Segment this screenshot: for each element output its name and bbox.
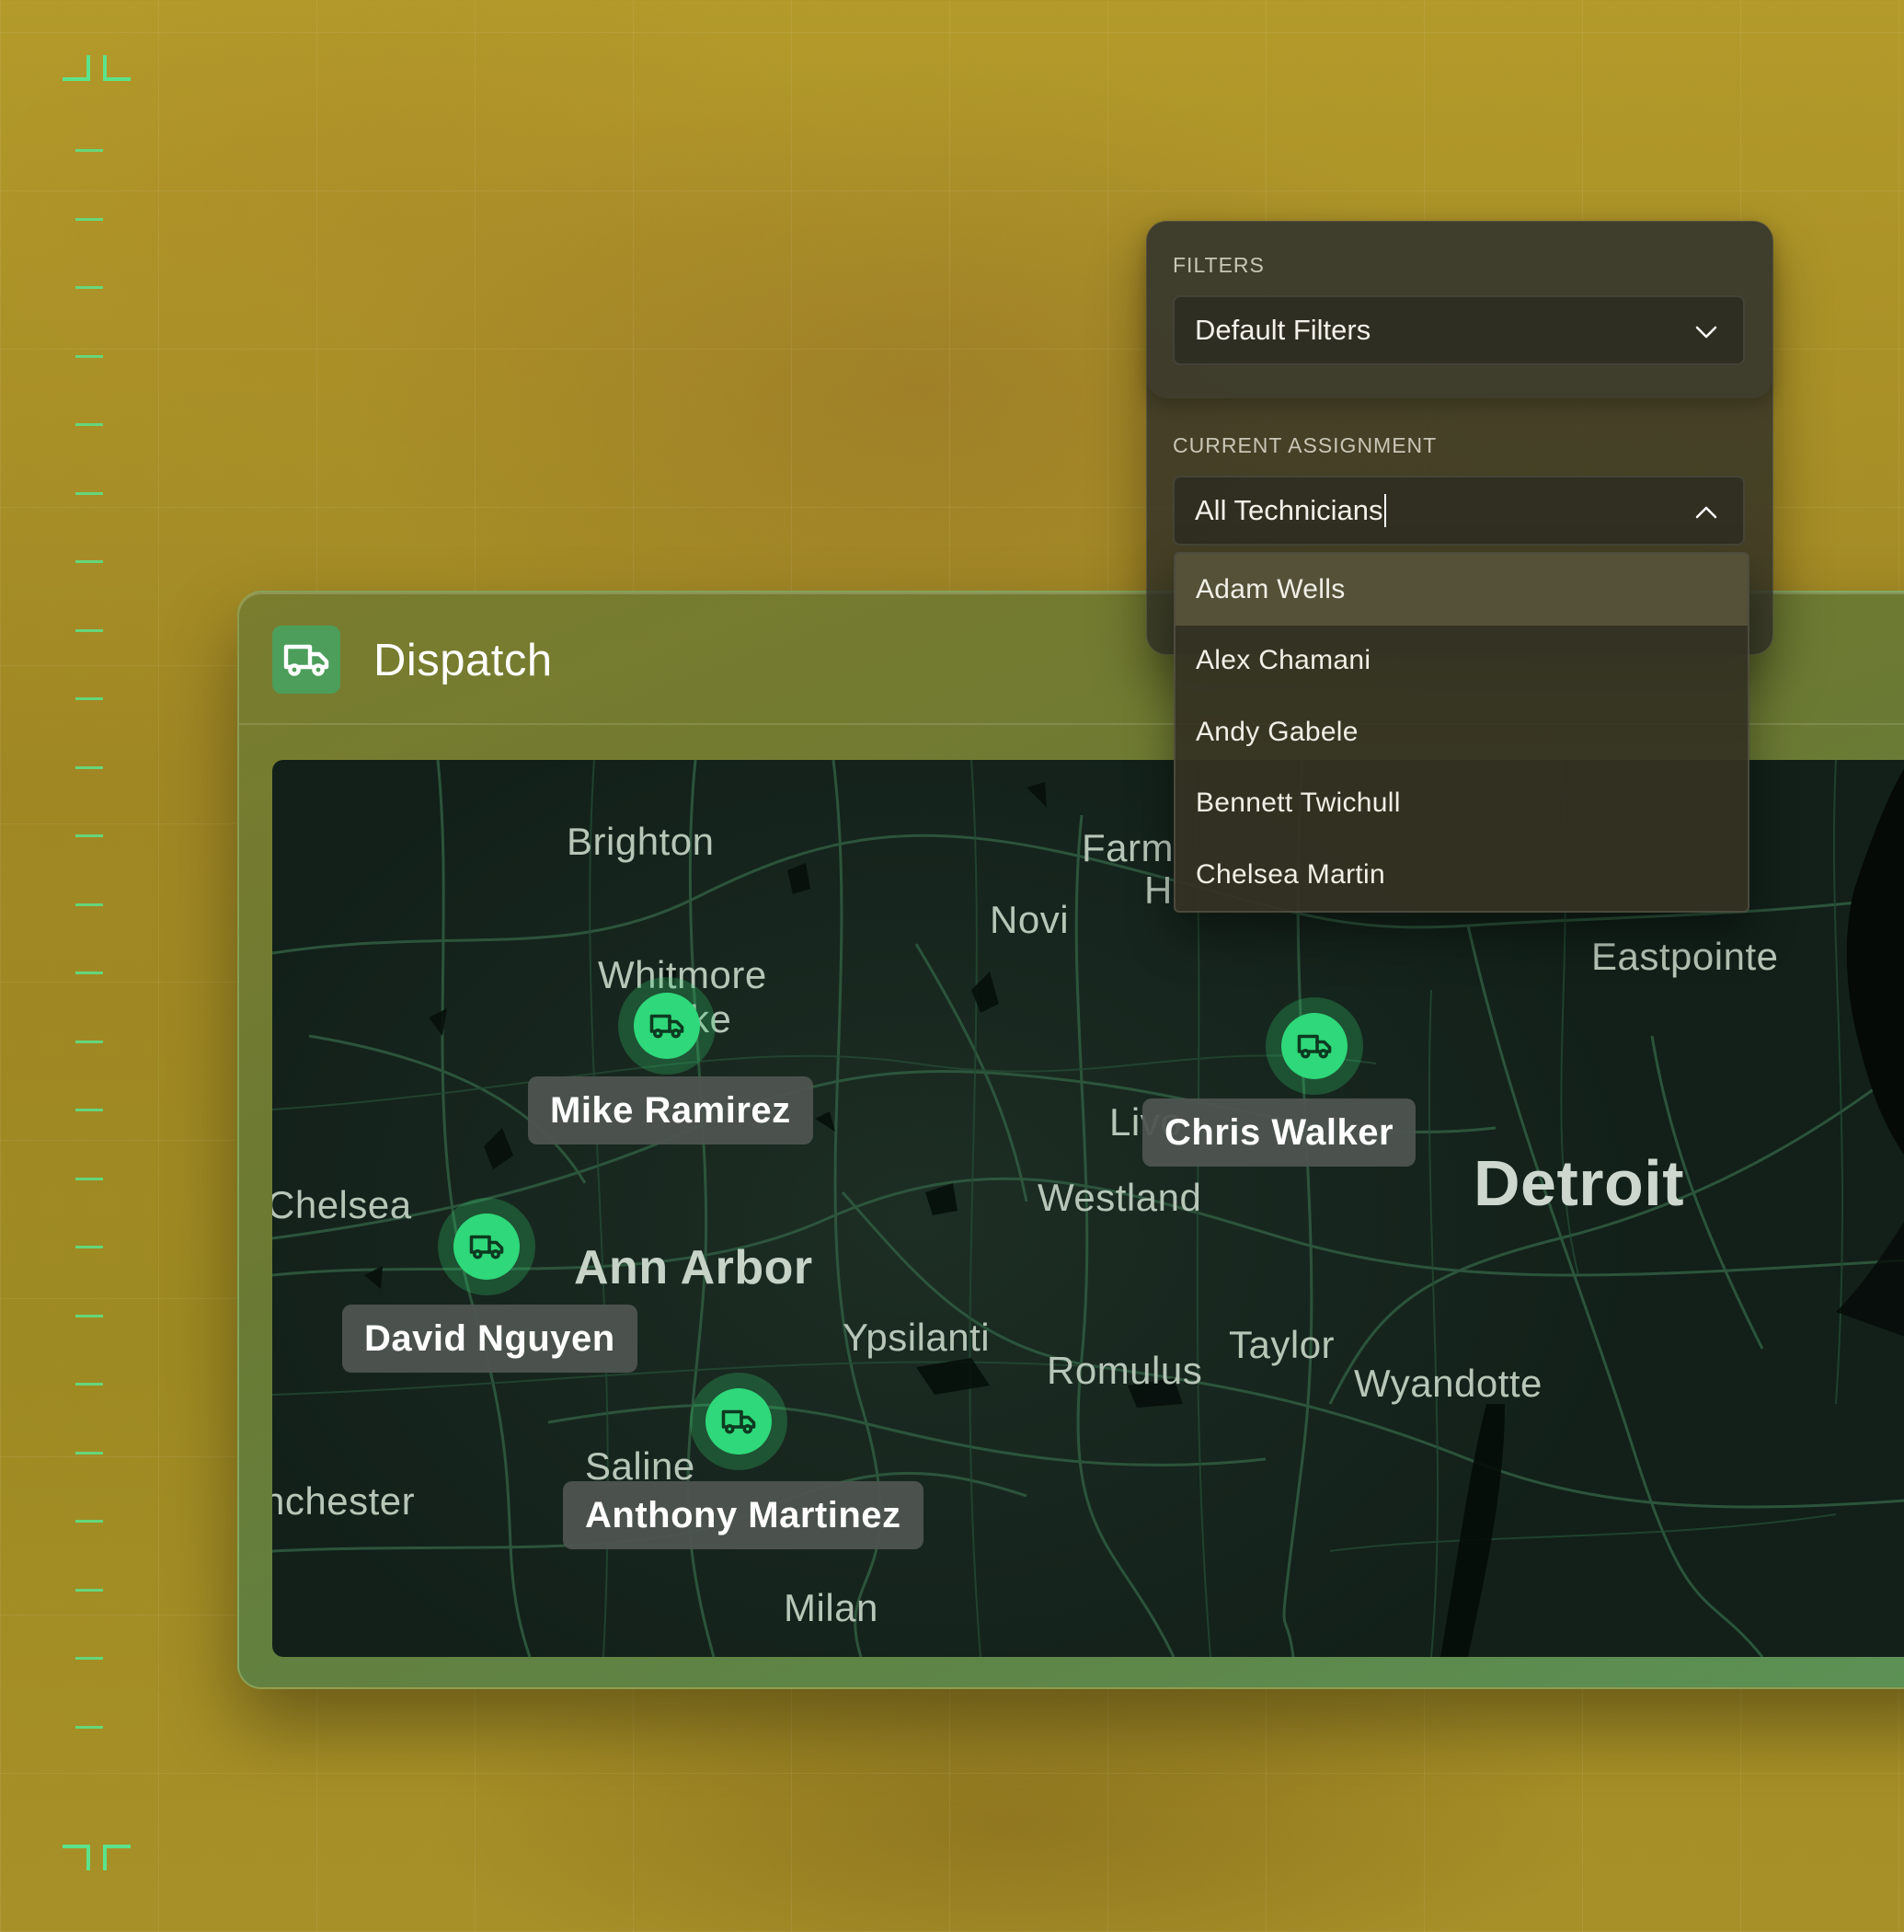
ruler-tick: [75, 491, 103, 495]
technician-marker[interactable]: [618, 977, 716, 1075]
ruler-tick: [75, 1314, 103, 1317]
ruler-tick: [75, 286, 103, 289]
technician-option[interactable]: Andy Gabele: [1176, 696, 1748, 768]
ruler-tick: [75, 628, 103, 632]
city-label: Chelsea: [272, 1183, 412, 1226]
ruler-tick: [75, 1383, 103, 1386]
truck-icon: [1281, 1013, 1348, 1079]
ruler-tick: [75, 354, 103, 358]
city-label: Wyandotte: [1354, 1362, 1543, 1405]
technician-marker[interactable]: [1266, 997, 1363, 1095]
technician-label[interactable]: Anthony Martinez: [563, 1481, 923, 1549]
city-label: Taylor: [1229, 1323, 1336, 1366]
ruler-tick: [75, 1040, 103, 1043]
ruler-tick: [75, 765, 103, 769]
window-title: Dispatch: [373, 636, 553, 685]
text-caret: [1384, 494, 1387, 527]
ruler-tick: [75, 1725, 103, 1729]
ruler-corner-top-left: [63, 55, 90, 81]
ruler-corner-bottom-right: [103, 1845, 131, 1870]
ruler-tick: [75, 1588, 103, 1592]
technician-marker[interactable]: [438, 1198, 535, 1295]
technician-option[interactable]: Bennett Twichull: [1176, 768, 1748, 840]
ruler-tick: [75, 903, 103, 906]
frame-ruler: [63, 46, 145, 1886]
technician-option[interactable]: Chelsea Martin: [1176, 839, 1748, 911]
city-label: H: [1144, 868, 1173, 912]
city-label: Ann Arbor: [574, 1241, 813, 1294]
ruler-tick: [75, 1451, 103, 1455]
truck-icon: [453, 1213, 520, 1280]
city-label: Farm: [1082, 826, 1174, 869]
truck-icon: [634, 993, 700, 1059]
ruler-corner-top-right: [103, 55, 131, 81]
ruler-corner-bottom-left: [63, 1845, 90, 1870]
ruler-tick: [75, 423, 103, 426]
city-label: Brighton: [567, 820, 715, 863]
city-label: Ypsilanti: [843, 1316, 991, 1359]
ruler-tick: [75, 1177, 103, 1180]
technician-combobox[interactable]: All Technicians: [1173, 476, 1745, 546]
filters-select[interactable]: Default Filters: [1173, 295, 1745, 365]
technician-input-value: All Technicians: [1195, 494, 1383, 526]
city-label: Detroit: [1474, 1147, 1685, 1219]
technician-label[interactable]: David Nguyen: [342, 1305, 637, 1373]
technician-option[interactable]: Adam Wells: [1176, 554, 1748, 626]
city-label: nchester: [272, 1479, 416, 1523]
ruler-tick: [75, 560, 103, 563]
ruler-tick: [75, 1109, 103, 1111]
ruler-tick: [75, 697, 103, 700]
filters-section: FILTERS Default Filters: [1147, 222, 1772, 398]
chevron-down-icon: [1695, 326, 1717, 339]
technician-marker[interactable]: [690, 1373, 787, 1470]
ruler-tick: [75, 1246, 103, 1248]
technician-label[interactable]: Mike Ramirez: [528, 1076, 813, 1144]
assignment-label: CURRENT ASSIGNMENT: [1173, 433, 1438, 457]
ruler-tick: [75, 1520, 103, 1523]
truck-icon: [705, 1388, 772, 1455]
filters-select-value: Default Filters: [1195, 314, 1371, 346]
technician-option[interactable]: Alex Chamani: [1176, 626, 1748, 697]
city-label: Romulus: [1047, 1349, 1203, 1392]
ruler-tick: [75, 834, 103, 837]
ruler-tick: [75, 1657, 103, 1660]
filters-label: FILTERS: [1173, 253, 1265, 277]
city-label: Eastpointe: [1591, 935, 1779, 978]
technician-label[interactable]: Chris Walker: [1142, 1098, 1417, 1167]
city-label: Milan: [784, 1586, 878, 1629]
ruler-tick: [75, 972, 103, 974]
truck-icon: [272, 626, 340, 694]
city-label: Westland: [1038, 1176, 1202, 1219]
ruler-tick: [75, 149, 103, 152]
ruler-tick: [75, 217, 103, 221]
city-label: Novi: [990, 898, 1070, 941]
technician-dropdown: Adam Wells Alex Chamani Andy Gabele Bennett…: [1174, 552, 1749, 913]
chevron-up-icon: [1695, 506, 1717, 519]
